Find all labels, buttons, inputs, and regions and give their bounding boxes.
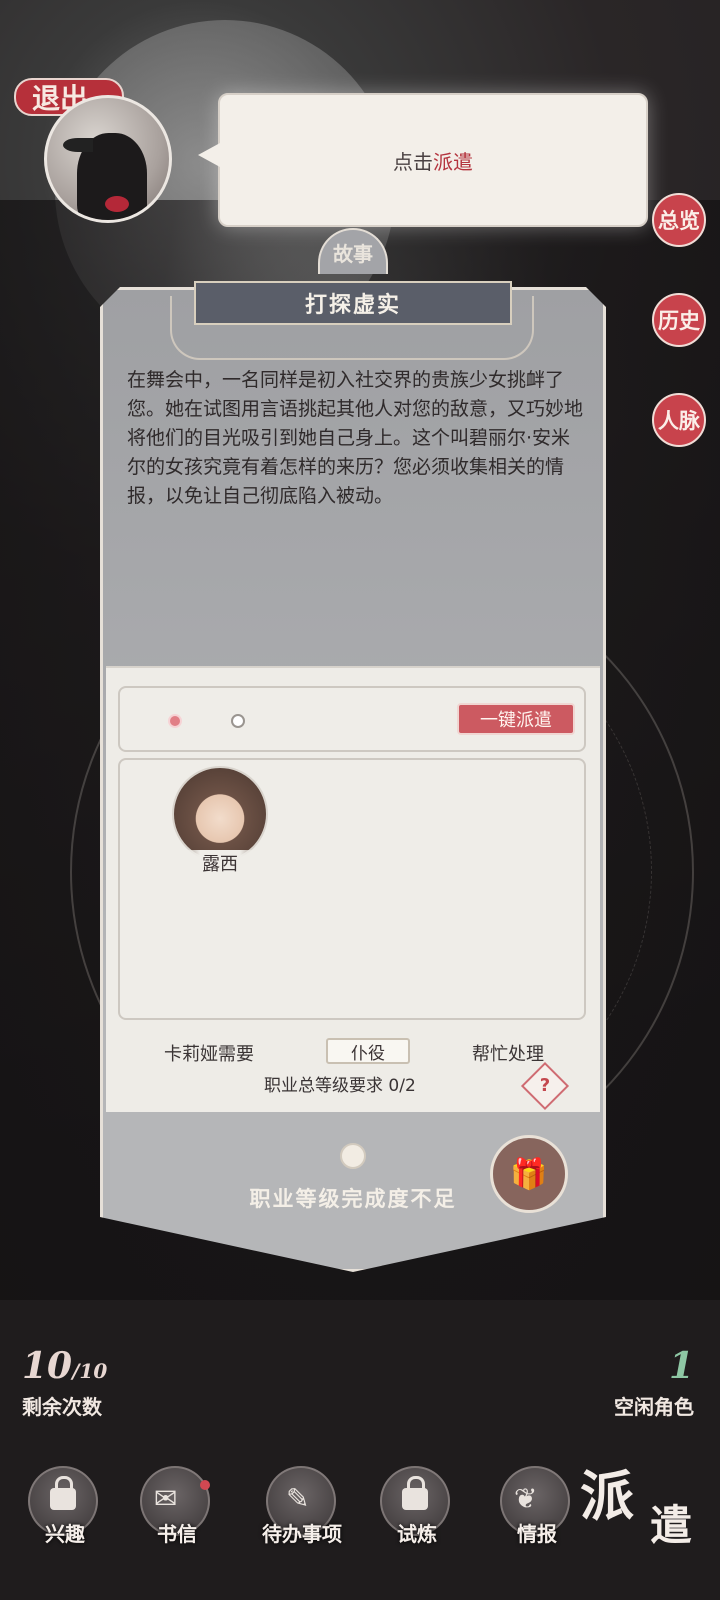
coffee-bean-icon [340,1143,366,1169]
required-job-tag: 仆役 [326,1038,410,1064]
lock-icon [50,1476,76,1510]
screen-title: 派 遣 [580,1452,710,1562]
nav-trial[interactable]: 试炼 [372,1460,462,1560]
story-description: 在舞会中，一名同样是初入社交界的贵族少女挑衅了您。她在试图用言语挑起其他人对您的… [127,369,584,507]
history-button[interactable]: 历史 [652,293,706,347]
requirement-suffix: 帮忙处理 [472,1044,544,1065]
speech-text: 点击 [393,149,433,174]
slot-indicator-filled[interactable] [168,714,182,728]
story-title: 打探虚实 [194,281,512,325]
remaining-num: 10 [22,1345,73,1387]
slot-indicator-empty[interactable] [231,714,245,728]
remaining-count: 10/10 剩余次数 [22,1345,108,1419]
overview-button[interactable]: 总览 [652,193,706,247]
screen-title-char-1: 派 [580,1464,634,1528]
idle-num: 1 [668,1345,694,1387]
crow-guide-avatar [44,95,172,223]
intel-icon: ❦ [514,1482,538,1515]
notification-dot [200,1480,210,1490]
crow-gem [105,196,129,212]
screen-title-char-2: 遣 [650,1501,693,1550]
nav-interests[interactable]: 兴趣 [20,1460,110,1560]
remaining-label: 剩余次数 [22,1395,102,1419]
contacts-button[interactable]: 人脉 [652,393,706,447]
envelope-icon: ✉ [154,1482,178,1515]
help-icon: ? [539,1075,551,1096]
level-requirement: 职业总等级要求 0/2 [264,1076,416,1096]
role-name: 露西 [170,850,270,875]
one-key-dispatch-button[interactable]: 一键派遣 [457,703,575,735]
nav-letters[interactable]: ✉ 书信 [132,1460,222,1560]
crow-beak [63,138,93,152]
guide-speech-bubble: 点击 派遣 [198,93,648,227]
remaining-den: 10 [79,1359,108,1383]
idle-label: 空闲角色 [614,1395,694,1419]
notes-icon: ✎ [286,1482,310,1515]
nav-label: 兴趣 [45,1522,85,1546]
requirement-prefix: 卡莉娅需要 [164,1044,254,1065]
nav-label: 待办事项 [262,1522,342,1546]
nav-label: 书信 [157,1522,197,1546]
nav-todo[interactable]: ✎ 待办事项 [252,1460,352,1560]
nav-label: 试炼 [397,1522,437,1546]
nav-intel[interactable]: ❦ 情报 [492,1460,582,1560]
role-avatar-lucy[interactable] [172,766,268,862]
speech-highlight: 派遣 [433,149,473,174]
nav-label: 情报 [517,1522,557,1546]
lock-icon [402,1476,428,1510]
dispatch-status: 职业等级完成度不足 [249,1186,457,1211]
idle-roles: 1 空闲角色 [614,1345,694,1420]
